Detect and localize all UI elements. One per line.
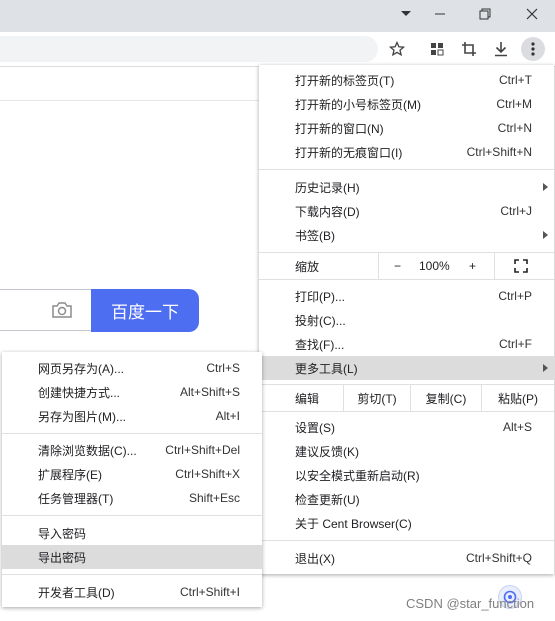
browser-main-menu: 打开新的标签页(T) Ctrl+T 打开新的小号标签页(M) Ctrl+M 打开新的… <box>259 65 554 574</box>
menu-item-find[interactable]: 查找(F)... Ctrl+F <box>259 332 554 356</box>
menu-item-downloads[interactable]: 下载内容(D) Ctrl+J <box>259 199 554 223</box>
paste-button[interactable]: 粘贴(P) <box>482 385 554 411</box>
restore-icon[interactable] <box>463 0 507 28</box>
menu-separator <box>259 279 554 280</box>
baidu-search-input[interactable] <box>0 289 92 331</box>
menu-item-import-passwords[interactable]: 导入密码 <box>2 521 262 545</box>
minimize-icon[interactable] <box>418 0 462 28</box>
menu-item-developer-tools[interactable]: 开发者工具(D) Ctrl+Shift+I <box>2 580 262 604</box>
menu-item-clear-browsing-data[interactable]: 清除浏览数据(C)... Ctrl+Shift+Del <box>2 438 262 462</box>
submenu-arrow-icon <box>543 364 548 372</box>
more-tools-submenu: 网页另存为(A)... Ctrl+S 创建快捷方式... Alt+Shift+S 另… <box>2 352 262 607</box>
zoom-level: 100% <box>419 259 450 273</box>
menu-item-settings[interactable]: 设置(S) Alt+S <box>259 415 554 439</box>
zoom-in-button[interactable]: + <box>469 253 476 279</box>
copy-button[interactable]: 复制(C) <box>411 385 481 411</box>
baidu-search-button[interactable]: 百度一下 <box>91 289 199 332</box>
menu-item-extensions[interactable]: 扩展程序(E) Ctrl+Shift+X <box>2 462 262 486</box>
menu-item-print[interactable]: 打印(P)... Ctrl+P <box>259 284 554 308</box>
menu-item-history[interactable]: 历史记录(H) <box>259 175 554 199</box>
menu-separator <box>259 411 554 412</box>
menu-item-save-page[interactable]: 网页另存为(A)... Ctrl+S <box>2 356 262 380</box>
bookmark-star-icon[interactable] <box>385 37 409 61</box>
zoom-divider <box>378 253 379 279</box>
menu-separator <box>2 574 262 575</box>
zoom-out-button[interactable]: − <box>394 253 401 279</box>
menu-separator <box>259 540 554 541</box>
menu-item-new-incognito[interactable]: 打开新的无痕窗口(I) Ctrl+Shift+N <box>259 140 554 164</box>
menu-item-create-shortcut[interactable]: 创建快捷方式... Alt+Shift+S <box>2 380 262 404</box>
menu-item-task-manager[interactable]: 任务管理器(T) Shift+Esc <box>2 486 262 510</box>
edit-label: 编辑 <box>295 391 320 406</box>
zoom-row: 缩放 − 100% + <box>259 253 554 279</box>
menu-item-cast[interactable]: 投射(C)... <box>259 308 554 332</box>
menu-separator <box>2 515 262 516</box>
zoom-label: 缩放 <box>295 259 320 274</box>
zoom-divider <box>494 253 495 279</box>
csdn-watermark: CSDN @star_function <box>406 596 535 611</box>
menu-item-export-passwords[interactable]: 导出密码 <box>2 545 262 569</box>
menu-item-about[interactable]: 关于 Cent Browser(C) <box>259 511 554 535</box>
menu-item-more-tools[interactable]: 更多工具(L) <box>259 356 554 380</box>
edit-row: 编辑 剪切(T) 复制(C) 粘贴(P) <box>259 385 554 411</box>
menu-item-new-tab[interactable]: 打开新的标签页(T) Ctrl+T <box>259 68 554 92</box>
menu-item-new-window[interactable]: 打开新的窗口(N) Ctrl+N <box>259 116 554 140</box>
menu-separator <box>259 169 554 170</box>
camera-search-icon[interactable] <box>51 300 73 325</box>
menu-item-bookmarks[interactable]: 书签(B) <box>259 223 554 247</box>
menu-separator <box>2 433 262 434</box>
page-divider <box>0 100 265 101</box>
submenu-arrow-icon <box>543 231 548 239</box>
close-icon[interactable] <box>510 0 554 28</box>
menu-item-save-as-image[interactable]: 另存为图片(M)... Alt+I <box>2 404 262 428</box>
window-titlebar <box>0 0 555 32</box>
extensions-grid-icon[interactable] <box>425 37 449 61</box>
address-bar[interactable] <box>0 36 378 62</box>
menu-item-check-update[interactable]: 检查更新(U) <box>259 487 554 511</box>
menu-item-feedback[interactable]: 建议反馈(K) <box>259 439 554 463</box>
cut-button[interactable]: 剪切(T) <box>344 385 410 411</box>
crop-screenshot-icon[interactable] <box>457 37 481 61</box>
download-icon[interactable] <box>489 37 513 61</box>
browser-toolbar <box>0 32 555 67</box>
menu-item-new-alt-tab[interactable]: 打开新的小号标签页(M) Ctrl+M <box>259 92 554 116</box>
submenu-arrow-icon <box>543 183 548 191</box>
menu-kebab-icon[interactable] <box>521 37 545 61</box>
menu-item-exit[interactable]: 退出(X) Ctrl+Shift+Q <box>259 546 554 570</box>
fullscreen-icon[interactable] <box>514 253 528 279</box>
menu-item-safe-restart[interactable]: 以安全模式重新启动(R) <box>259 463 554 487</box>
